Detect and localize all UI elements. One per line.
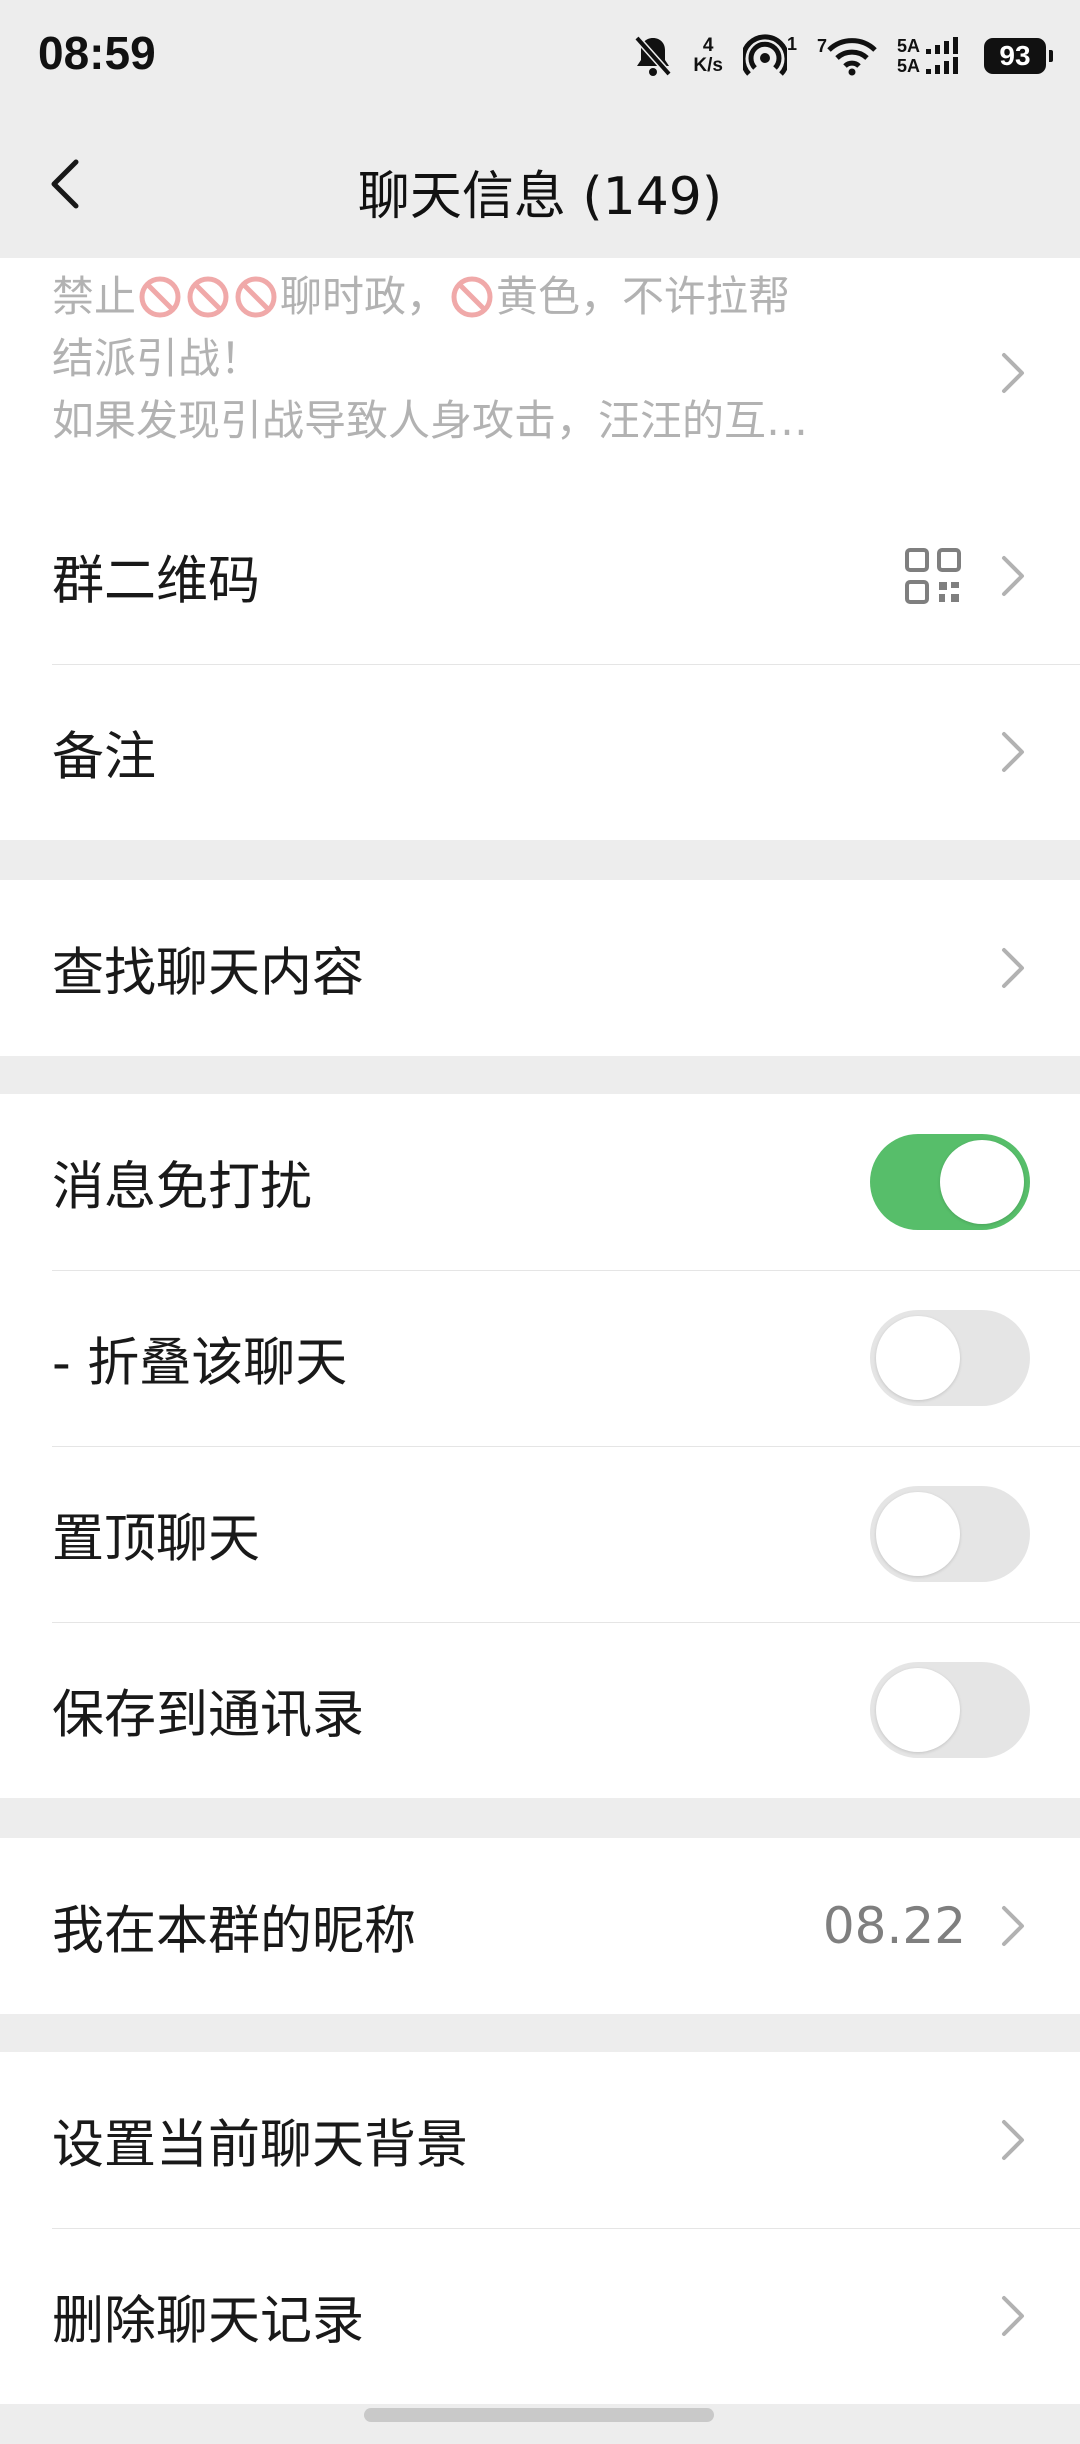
prohibited-icon [451, 276, 493, 318]
group-chat-actions: 设置当前聊天背景 删除聊天记录 [0, 2052, 1080, 2404]
sim1-label: 5A [896, 36, 920, 56]
row-delete-history[interactable]: 删除聊天记录 [0, 2228, 1080, 2404]
row-label: 消息免打扰 [52, 1157, 313, 1218]
chevron-right-icon [1002, 1906, 1024, 1946]
row-label: 设置当前聊天背景 [52, 2115, 469, 2176]
nickname-value: 08.22 [822, 1897, 966, 1955]
sim2-label: 5A [896, 56, 920, 76]
mute-toggle[interactable] [870, 1134, 1030, 1230]
announcement-line-3: 如果发现引战导致人身攻击，汪汪的互… [52, 396, 809, 445]
row-label: 删除聊天记录 [52, 2291, 365, 2352]
row-label: - 折叠该聊天 [52, 1333, 348, 1394]
signal-bars-icon [926, 37, 958, 74]
announcement-text-1c: 黄色，不许拉帮 [496, 272, 791, 321]
wifi-badge: 7 [816, 36, 827, 56]
announcement-text-1a: 禁止 [52, 272, 137, 321]
net-speed-unit: K/s [693, 55, 723, 76]
nav-bar: 聊天信息 (149) [0, 110, 1080, 258]
pin-toggle[interactable] [870, 1486, 1030, 1582]
net-speed-value: 4 [702, 35, 714, 56]
row-nickname[interactable]: 我在本群的昵称 08.22 [0, 1838, 1080, 2014]
chevron-right-icon [1002, 2296, 1024, 2336]
row-label: 群二维码 [52, 551, 261, 612]
group-info: 禁止 聊时政， 黄色，不许拉帮 结派引战！ 如果发现引战导致人身攻击，汪汪的互… 群… [0, 258, 1080, 840]
row-label: 查找聊天内容 [52, 943, 365, 1004]
announcement-line-2: 结派引战！ [52, 334, 263, 383]
hotspot: 1 [742, 34, 797, 78]
status-bar: 08:59 4 K/s 1 7 5A 5A 93 [0, 0, 1080, 110]
cell-signal: 5A 5A [897, 36, 964, 76]
group-search: 查找聊天内容 [0, 880, 1080, 1056]
status-icons: 4 K/s 1 7 5A 5A 93 [633, 30, 1053, 82]
wifi: 7 [817, 36, 877, 76]
bell-muted-icon [634, 35, 672, 77]
row-label: 备注 [52, 727, 157, 788]
group-nickname: 我在本群的昵称 08.22 [0, 1838, 1080, 2014]
row-remark[interactable]: 备注 [0, 664, 1080, 840]
chevron-right-icon [1002, 353, 1024, 393]
row-label: 置顶聊天 [52, 1509, 261, 1570]
hotspot-badge: 1 [786, 34, 797, 54]
row-qr-code[interactable]: 群二维码 [0, 488, 1080, 664]
net-speed: 4 K/s [693, 36, 723, 76]
battery-icon: 93 [984, 38, 1053, 74]
prohibited-icon [187, 276, 229, 318]
row-fold: - 折叠该聊天 [0, 1270, 1080, 1446]
announcement-line-1: 禁止 聊时政， 黄色，不许拉帮 [52, 266, 852, 328]
toggle-knob [876, 1316, 960, 1400]
hotspot-icon [742, 34, 787, 76]
fold-toggle[interactable] [870, 1310, 1030, 1406]
row-set-background[interactable]: 设置当前聊天背景 [0, 2052, 1080, 2228]
row-label: 我在本群的昵称 [52, 1901, 417, 1962]
announcement-text: 禁止 聊时政， 黄色，不许拉帮 结派引战！ 如果发现引战导致人身攻击，汪汪的互… [52, 266, 852, 452]
toggle-knob [940, 1140, 1024, 1224]
announcement-text-1b: 聊时政， [280, 272, 449, 321]
row-mute: 消息免打扰 [0, 1094, 1080, 1270]
row-pin: 置顶聊天 [0, 1446, 1080, 1622]
chevron-right-icon [1002, 732, 1024, 772]
chevron-right-icon [1002, 556, 1024, 596]
page-title: 聊天信息 (149) [357, 167, 723, 227]
row-search-chat[interactable]: 查找聊天内容 [0, 880, 1080, 1056]
qr-code-icon [905, 548, 961, 604]
group-announcement[interactable]: 禁止 聊时政， 黄色，不许拉帮 结派引战！ 如果发现引战导致人身攻击，汪汪的互… [0, 258, 1080, 488]
chevron-right-icon [1002, 948, 1024, 988]
toggle-knob [876, 1492, 960, 1576]
status-time: 08:59 [38, 27, 156, 79]
home-indicator[interactable] [364, 2408, 714, 2422]
save-contacts-toggle[interactable] [870, 1662, 1030, 1758]
prohibited-icon [139, 276, 181, 318]
prohibited-icon [235, 276, 277, 318]
group-toggles: 消息免打扰 - 折叠该聊天 置顶聊天 保存到通讯录 [0, 1094, 1080, 1798]
cell-labels: 5A 5A [897, 36, 920, 76]
toggle-knob [876, 1668, 960, 1752]
row-save-contacts: 保存到通讯录 [0, 1622, 1080, 1798]
wifi-icon [827, 38, 877, 76]
row-label: 保存到通讯录 [52, 1685, 365, 1746]
chevron-right-icon [1002, 2120, 1024, 2160]
